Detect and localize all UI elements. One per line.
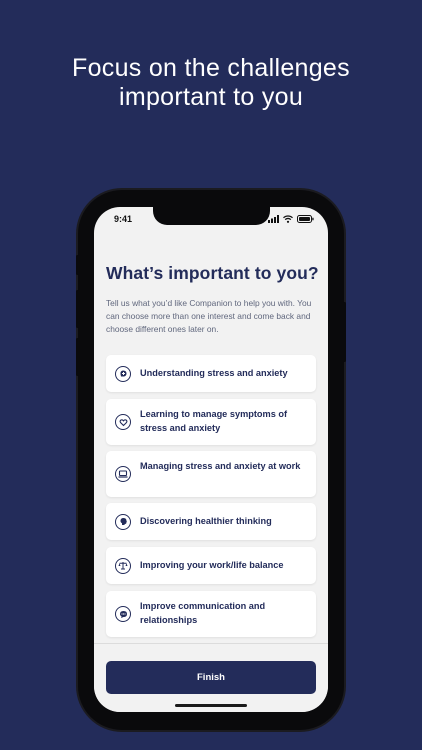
phone-mute-switch [76,255,79,275]
head-heart-icon [115,414,131,430]
phone-volume-up [76,290,79,328]
footer-bar: Finish [94,643,328,712]
option-label: Managing stress and anxiety at work [140,461,301,471]
option-label: Improve communication and relationships [140,601,266,625]
option-understanding-stress[interactable]: Understanding stress and anxiety [106,355,316,392]
headline: Focus on the challenges important to you [0,54,422,112]
option-work-life-balance[interactable]: Improving your work/life balance [106,547,316,584]
option-label: Improving your work/life balance [140,560,284,570]
option-label: Learning to manage symptoms of stress an… [140,409,288,433]
phone-screen: 9:41 What’s important to you? Tell us wh… [94,207,328,712]
laptop-icon [115,466,131,482]
phone-volume-down [76,338,79,376]
signal-icon [268,215,279,223]
option-manage-symptoms[interactable]: Learning to manage symptoms of stress an… [106,399,316,445]
option-label: Understanding stress and anxiety [140,368,288,378]
phone-power-button [343,302,346,362]
option-healthier-thinking[interactable]: Discovering healthier thinking [106,503,316,540]
chat-bubble-icon [115,606,131,622]
status-icons [268,215,314,223]
option-label: Discovering healthier thinking [140,516,272,526]
phone-notch [153,207,270,225]
option-stress-at-work[interactable]: Managing stress and anxiety at work [106,451,316,497]
finish-button[interactable]: Finish [106,661,316,694]
wifi-icon [283,215,293,223]
home-indicator[interactable] [175,704,247,707]
option-communication[interactable]: Improve communication and relationships [106,591,316,637]
page-description: Tell us what you’d like Companion to hel… [106,298,312,334]
battery-icon [297,215,314,223]
headline-line-2: important to you [118,83,304,111]
brain-plus-icon [115,365,131,382]
head-profile-icon [115,513,131,530]
status-time: 9:41 [114,214,133,224]
page-title: What’s important to you? [106,263,319,283]
headline-line-1: Focus on the challenges [72,54,350,82]
balance-scale-icon [115,557,131,574]
